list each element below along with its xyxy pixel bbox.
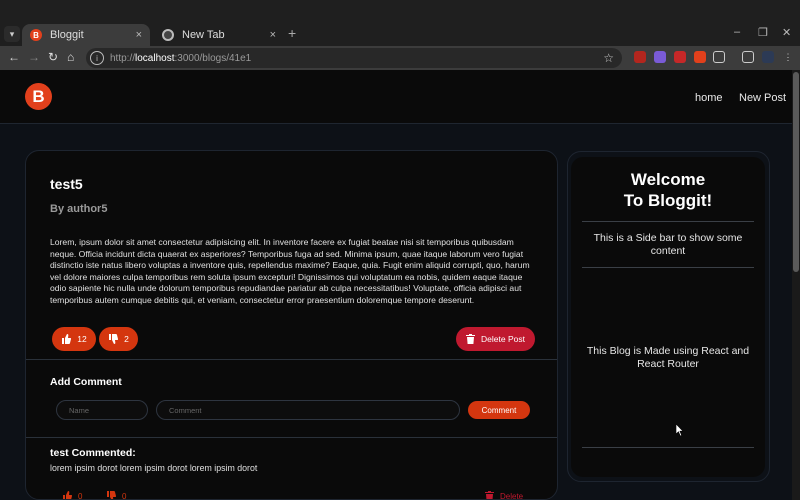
home-button[interactable]: ⌂ [67,50,74,64]
sidebar-divider [582,447,754,448]
divider [26,359,557,360]
post-title: test5 [50,176,83,192]
restore-button[interactable]: ❐ [758,26,768,39]
comment-delete-label: Delete [500,491,524,500]
close-window-button[interactable]: ✕ [782,26,791,39]
dislike-count: 2 [124,334,129,344]
tab-new-tab[interactable]: New Tab × [154,24,284,46]
browser-tabbar: ▾ B Bloggit × New Tab × + – ❐ ✕ [0,0,800,46]
delete-post-button[interactable]: Delete Post [456,327,535,351]
sidebar-text: This is a Side bar to show some content [593,232,743,257]
mouse-cursor-icon [676,424,684,436]
comment-input[interactable]: Comment [156,400,460,420]
sidebar-title-line: Welcome [630,170,706,189]
sidebar-divider [582,267,754,268]
thumbs-up-icon [62,334,72,344]
forward-button[interactable]: → [28,50,40,64]
browser-toolbar: ← → ↻ ⌂ i http://localhost:3000/blogs/41… [0,46,800,70]
tab-title: Bloggit [50,29,84,41]
site-info-icon[interactable]: i [90,51,104,65]
comment-author: test Commented: [50,447,136,459]
comment-like-button[interactable]: 0 [62,491,83,500]
page-scrollbar[interactable] [792,70,800,500]
menu-kebab-icon[interactable]: ⋮ [782,51,794,63]
tab-search-menu-button[interactable]: ▾ [4,26,20,42]
extension-icon[interactable] [674,51,686,63]
comment-dislike-count: 0 [122,491,127,500]
extensions-puzzle-icon[interactable] [713,51,725,63]
profile-icon[interactable] [762,51,774,63]
address-bar[interactable]: i http://localhost:3000/blogs/41e1 ☆ [86,48,622,68]
sidebar-divider [582,221,754,222]
comment-like-count: 0 [78,491,83,500]
submit-comment-button[interactable]: Comment [468,401,530,419]
chrome-favicon-icon [162,29,174,41]
add-comment-title: Add Comment [50,376,122,388]
trash-icon [466,334,476,344]
divider [26,437,557,438]
extension-icon[interactable] [634,51,646,63]
post-author: By author5 [50,203,108,215]
thumbs-up-icon [63,491,72,499]
post-card: test5 By author5 Lorem, ipsum dolor sit … [25,150,558,500]
tab-title: New Tab [182,29,225,41]
comment-delete-button[interactable]: Delete [485,491,524,500]
sidebar-title-line: To Bloggit! [623,191,713,210]
back-button[interactable]: ← [8,50,20,64]
minimize-button[interactable]: – [734,26,740,38]
url-path: :3000/blogs/41e1 [174,52,252,64]
comment-dislike-button[interactable]: 0 [106,491,127,500]
scrollbar-thumb[interactable] [793,72,799,272]
tab-close-icon[interactable]: × [270,29,276,41]
url-host: localhost [135,52,175,64]
delete-post-label: Delete Post [481,334,525,344]
tab-close-icon[interactable]: × [136,29,142,41]
url-protocol: http:// [110,52,136,64]
side-panel-icon[interactable] [742,51,754,63]
sidebar-title: Welcome To Bloggit! [571,169,765,211]
thumbs-down-icon [107,491,116,499]
tab-bloggit[interactable]: B Bloggit × [22,24,150,46]
extension-icon[interactable] [694,51,706,63]
sidebar: Welcome To Bloggit! This is a Side bar t… [571,157,765,477]
new-tab-button[interactable]: + [288,25,296,41]
thumbs-down-icon [109,334,119,344]
app-header: B home New Post [0,70,792,124]
nav-home-link[interactable]: home [695,92,723,104]
bloggit-favicon-icon: B [30,29,42,41]
name-input[interactable]: Name [56,400,148,420]
like-count: 12 [77,334,87,344]
sidebar-text: This Blog is Made using React and React … [586,345,750,370]
bookmark-star-icon[interactable]: ☆ [603,51,614,65]
nav-new-post-link[interactable]: New Post [739,92,786,104]
post-body: Lorem, ipsum dolor sit amet consectetur … [50,237,530,305]
bloggit-logo[interactable]: B [25,83,52,110]
comment-text: lorem ipsim dorot lorem ipsim dorot lore… [50,463,258,473]
dislike-button[interactable]: 2 [99,327,138,351]
trash-icon [485,491,494,499]
like-button[interactable]: 12 [52,327,96,351]
reload-button[interactable]: ↻ [48,50,58,64]
extension-icon[interactable] [654,51,666,63]
